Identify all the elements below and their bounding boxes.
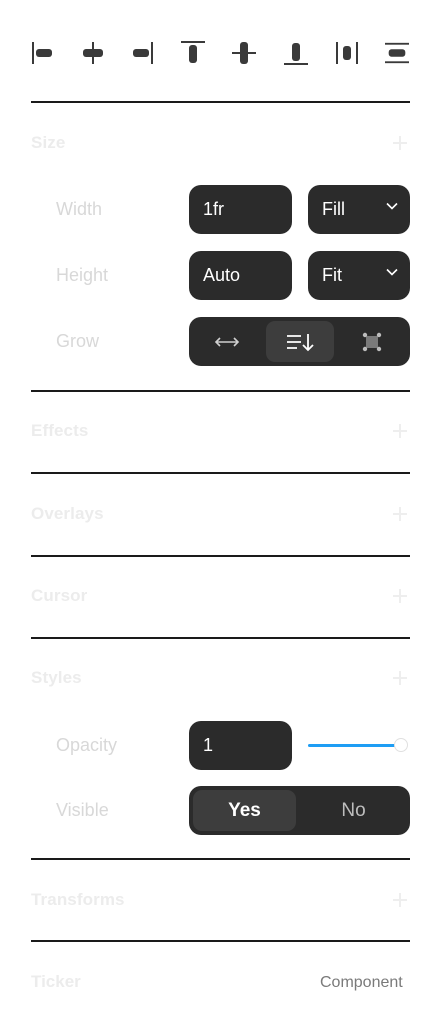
transforms-section-title: Transforms bbox=[31, 890, 125, 909]
divider bbox=[31, 637, 410, 639]
visible-no-option[interactable]: No bbox=[301, 790, 406, 831]
grow-label: Grow bbox=[56, 331, 100, 351]
ticker-section-title: Ticker bbox=[31, 972, 81, 991]
add-overlay-icon[interactable] bbox=[392, 506, 408, 522]
opacity-input[interactable]: 1 bbox=[189, 721, 292, 770]
chevron-down-icon bbox=[386, 268, 398, 276]
visible-label: Visible bbox=[56, 800, 109, 820]
height-input[interactable]: Auto bbox=[189, 251, 292, 300]
height-label: Height bbox=[56, 265, 109, 285]
align-top-icon[interactable] bbox=[181, 38, 205, 68]
divider bbox=[31, 472, 410, 474]
add-cursor-icon[interactable] bbox=[392, 588, 408, 604]
visible-segmented-control: Yes No bbox=[189, 786, 410, 835]
chevron-down-icon bbox=[386, 202, 398, 210]
horizontal-arrows-icon bbox=[214, 336, 240, 347]
height-mode-select[interactable]: Fit bbox=[308, 251, 410, 300]
opacity-slider-track[interactable] bbox=[308, 744, 400, 747]
wrap-down-icon bbox=[287, 333, 314, 351]
opacity-slider-knob[interactable] bbox=[394, 738, 408, 752]
align-bottom-icon[interactable] bbox=[284, 38, 308, 68]
align-center-horizontal-icon[interactable] bbox=[81, 38, 105, 68]
component-tag: Component bbox=[320, 974, 403, 991]
align-left-icon[interactable] bbox=[31, 38, 55, 68]
align-center-vertical-icon[interactable] bbox=[232, 38, 256, 68]
divider bbox=[31, 390, 410, 392]
divider bbox=[31, 555, 410, 557]
height-mode-value: Fit bbox=[322, 265, 342, 285]
size-section-title: Size bbox=[31, 133, 66, 152]
width-label: Width bbox=[56, 199, 103, 219]
styles-section-title: Styles bbox=[31, 668, 82, 687]
distribute-vertical-icon[interactable] bbox=[385, 38, 409, 68]
align-right-icon[interactable] bbox=[130, 38, 154, 68]
grow-option-wrap[interactable] bbox=[266, 321, 334, 362]
grow-option-horizontal[interactable] bbox=[193, 321, 261, 362]
visible-yes-option[interactable]: Yes bbox=[193, 790, 296, 831]
width-mode-value: Fill bbox=[322, 199, 345, 219]
grow-segmented-control bbox=[189, 317, 410, 366]
add-size-icon[interactable] bbox=[392, 135, 408, 151]
cursor-section-title: Cursor bbox=[31, 586, 88, 605]
add-effect-icon[interactable] bbox=[392, 423, 408, 439]
overlays-section-title: Overlays bbox=[31, 504, 104, 523]
divider bbox=[31, 940, 410, 942]
distribute-horizontal-icon[interactable] bbox=[335, 38, 359, 68]
opacity-label: Opacity bbox=[56, 735, 118, 755]
alignment-toolbar bbox=[31, 38, 411, 68]
divider bbox=[31, 858, 410, 860]
add-style-icon[interactable] bbox=[392, 670, 408, 686]
free-transform-icon bbox=[362, 332, 382, 351]
effects-section-title: Effects bbox=[31, 421, 89, 440]
add-transform-icon[interactable] bbox=[392, 892, 408, 908]
width-mode-select[interactable]: Fill bbox=[308, 185, 410, 234]
grow-option-free[interactable] bbox=[338, 321, 406, 362]
divider bbox=[31, 101, 410, 103]
width-input[interactable]: 1fr bbox=[189, 185, 292, 234]
